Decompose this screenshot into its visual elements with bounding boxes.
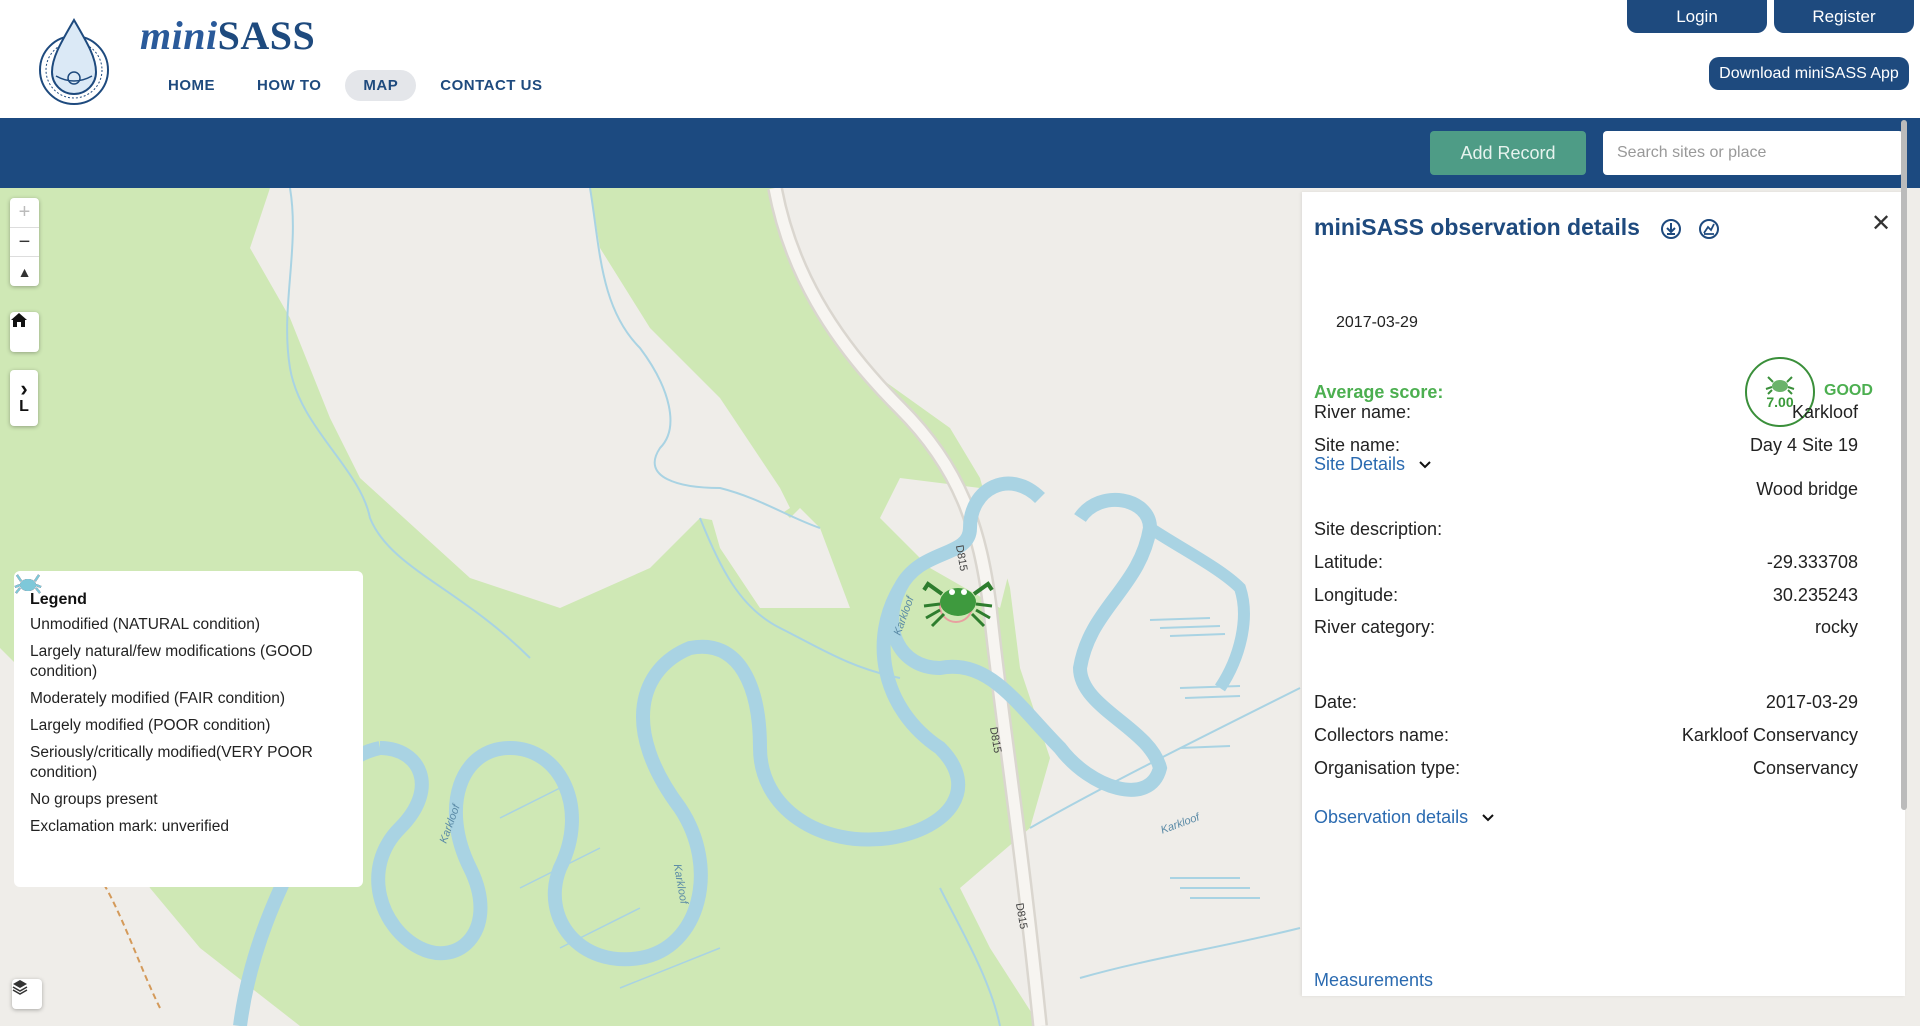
main-nav: HOME HOW TO MAP CONTACT US — [150, 70, 560, 101]
chevron-down-icon — [1419, 460, 1431, 468]
add-record-button[interactable]: Add Record — [1430, 131, 1586, 175]
legend-item: Moderately modified (FAIR condition) — [14, 574, 347, 709]
observation-detail-row: Collectors name: Karkloof Conservancy — [1314, 725, 1858, 746]
nav-map[interactable]: MAP — [345, 70, 417, 101]
chevron-right-icon: › — [20, 376, 28, 401]
legend-item: Largely natural/few modifications (GOOD … — [14, 574, 347, 682]
site-details-label: Site Details — [1314, 454, 1406, 474]
observation-details-toggle[interactable]: Observation details — [1314, 807, 1494, 828]
reset-north-button[interactable]: ▲ — [10, 257, 39, 286]
home-button[interactable] — [10, 312, 39, 352]
condition-label: GOOD — [1824, 382, 1873, 399]
register-button[interactable]: Register — [1774, 0, 1914, 33]
site-detail-row: Wood bridge — [1314, 479, 1858, 500]
observation-detail-label: Organisation type: — [1314, 758, 1461, 778]
legend-item: Largely modified (POOR condition) — [14, 574, 347, 736]
download-icon[interactable] — [1660, 218, 1682, 240]
legend-item-label: Unmodified (NATURAL condition) — [30, 616, 261, 633]
observation-detail-label: Date: — [1314, 692, 1358, 712]
brand-wordmark: miniSASS — [140, 13, 316, 58]
legend-item-label: Exclamation mark: unverified — [30, 818, 229, 835]
zoom-control: + − ▲ — [10, 198, 39, 286]
observation-detail-value: Karkloof Conservancy — [1681, 725, 1858, 745]
crab-icon — [14, 574, 42, 594]
site-details-toggle[interactable]: Site Details — [1314, 454, 1431, 475]
close-icon[interactable]: ✕ — [1868, 210, 1894, 237]
map-legend: Legend Unmodified (NATURAL condition) Lar… — [14, 571, 363, 887]
site-detail-row: River name: Karkloof — [1314, 402, 1858, 423]
site-detail-label: River category: — [1314, 617, 1436, 637]
layers-icon — [12, 980, 28, 995]
site-detail-value: Karkloof — [1791, 402, 1858, 422]
zoom-out-button[interactable]: − — [10, 228, 39, 258]
legend-item: No groups present — [14, 574, 347, 810]
site-detail-value: Wood bridge — [1756, 479, 1858, 499]
site-detail-label: Site name: — [1314, 435, 1401, 455]
site-detail-value: -29.333708 — [1766, 552, 1858, 572]
home-icon — [11, 313, 27, 327]
legend-item: Seriously/critically modified(VERY POOR … — [14, 574, 347, 783]
legend-item: Exclamation mark: unverified — [14, 574, 347, 837]
site-detail-label: River name: — [1314, 402, 1412, 422]
site-detail-row: Latitude: -29.333708 — [1314, 552, 1858, 573]
observation-date: 2017-03-29 — [1336, 314, 1418, 331]
legend-item-label: No groups present — [30, 791, 158, 808]
panel-title: miniSASS observation details — [1314, 214, 1640, 240]
nav-contact-us[interactable]: CONTACT US — [422, 70, 560, 101]
site-detail-label: Latitude: — [1314, 552, 1384, 572]
legend-toggle-letter: L — [19, 398, 29, 415]
site-detail-row: River category: rocky — [1314, 617, 1858, 638]
legend-toggle-button[interactable]: › L — [10, 370, 38, 426]
zoom-in-button[interactable]: + — [10, 198, 39, 228]
login-button[interactable]: Login — [1627, 0, 1767, 33]
observation-detail-label: Collectors name: — [1314, 725, 1450, 745]
layers-button[interactable] — [12, 979, 42, 1009]
map-toolbar: Add Record — [0, 118, 1920, 188]
nav-how-to[interactable]: HOW TO — [239, 70, 339, 101]
nav-home[interactable]: HOME — [150, 70, 233, 101]
panel-scrollbar[interactable] — [1901, 120, 1907, 810]
observation-marker[interactable] — [918, 574, 998, 634]
site-detail-row: Longitude: 30.235243 — [1314, 585, 1858, 606]
minisass-logo[interactable] — [36, 14, 112, 108]
legend-item-label: Seriously/critically modified(VERY POOR … — [30, 744, 313, 781]
measurements-toggle[interactable]: Measurements — [1314, 970, 1433, 991]
site-detail-row: Site description: — [1314, 519, 1858, 540]
download-app-button[interactable]: Download miniSASS App — [1709, 57, 1909, 90]
site-detail-value: 30.235243 — [1772, 585, 1858, 605]
crab-icon — [1765, 376, 1795, 395]
measurements-label: Measurements — [1314, 970, 1434, 990]
site-detail-label: Site description: — [1314, 519, 1443, 539]
observation-detail-value: 2017-03-29 — [1765, 692, 1858, 712]
legend-item-label: Moderately modified (FAIR condition) — [30, 690, 286, 707]
observation-detail-value: Conservancy — [1752, 758, 1858, 778]
legend-item: Unmodified (NATURAL condition) — [14, 574, 347, 635]
site-detail-row: Site name: Day 4 Site 19 — [1314, 435, 1858, 456]
site-detail-value: Day 4 Site 19 — [1749, 435, 1858, 455]
chevron-down-icon — [1482, 813, 1494, 821]
chart-icon[interactable] — [1698, 218, 1720, 240]
site-detail-value: rocky — [1814, 617, 1858, 637]
observation-detail-row: Date: 2017-03-29 — [1314, 692, 1858, 713]
legend-item-label: Largely natural/few modifications (GOOD … — [30, 643, 313, 680]
legend-title: Legend — [30, 591, 87, 608]
legend-item-label: Largely modified (POOR condition) — [30, 717, 271, 734]
average-score-label: Average score: — [1314, 382, 1444, 402]
search-input[interactable] — [1603, 131, 1903, 175]
site-detail-label: Longitude: — [1314, 585, 1399, 605]
observation-details-label: Observation details — [1314, 807, 1469, 827]
site-header: miniSASS HOME HOW TO MAP CONTACT US Logi… — [0, 0, 1920, 118]
crab-icon — [922, 581, 994, 628]
observation-detail-row: Organisation type: Conservancy — [1314, 758, 1858, 779]
observation-details-panel: miniSASS observation details ✕ 2017-03-2… — [1302, 192, 1905, 996]
